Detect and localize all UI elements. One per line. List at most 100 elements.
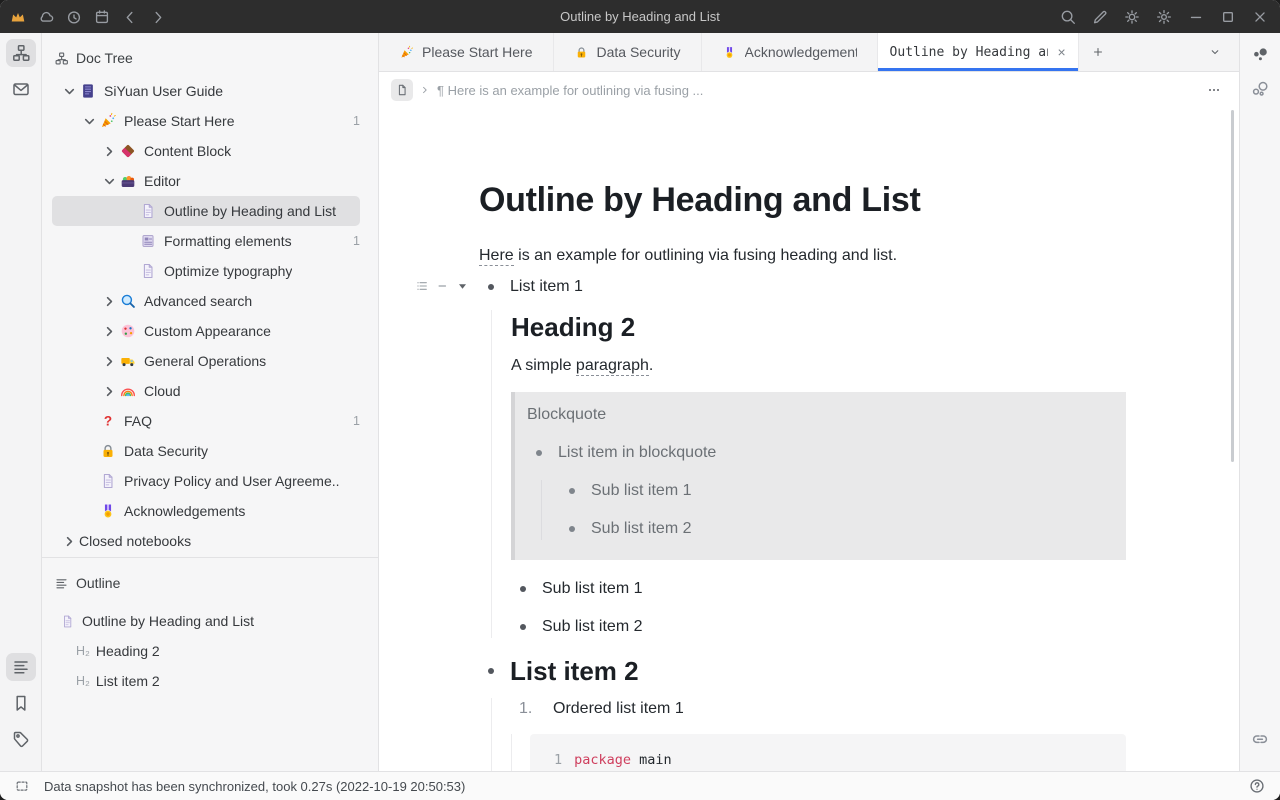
daily-note-button[interactable] — [88, 4, 116, 30]
ref-count-badge: 1 — [347, 234, 360, 248]
tree-item-general-operations[interactable]: General Operations — [52, 346, 360, 376]
chevron-down-icon[interactable] — [60, 83, 79, 99]
outline-list: Outline by Heading and ListH₂Heading 2H₂… — [42, 606, 378, 696]
chevron-down-icon[interactable] — [100, 173, 119, 189]
filetree-dock-button[interactable] — [6, 39, 36, 67]
minimize-icon — [1187, 8, 1205, 26]
chevron-right-icon[interactable] — [100, 353, 119, 369]
block-gutter[interactable] — [415, 279, 468, 293]
editor-scrollbar[interactable] — [1231, 110, 1234, 462]
tree-item-advanced-search[interactable]: Advanced search — [52, 286, 360, 316]
tree-item-label: Optimize typography — [164, 263, 292, 279]
list-item-2-children: 1. Ordered list item 1 1package main — [491, 698, 1126, 771]
bookmark-dock-button[interactable] — [6, 689, 36, 717]
tag-dock-button[interactable] — [6, 725, 36, 753]
code-block[interactable]: 1package main — [530, 734, 1126, 771]
new-tab-button[interactable] — [1079, 33, 1117, 71]
crown-icon — [9, 8, 27, 26]
outline-item-outline-by-heading-and-list[interactable]: Outline by Heading and List — [42, 606, 378, 636]
global-graph-dock-button[interactable] — [1245, 75, 1275, 103]
chevron-right-icon[interactable] — [100, 323, 119, 339]
left-dock — [0, 33, 42, 771]
breadcrumb-segment[interactable]: ¶ Here is an example for outlining via f… — [437, 83, 703, 98]
theme-button[interactable] — [1116, 4, 1148, 30]
ordered-marker: 1. — [511, 698, 553, 720]
tab-data-security[interactable]: Data Security — [554, 33, 702, 71]
outline-header[interactable]: Outline — [42, 568, 378, 598]
tree-item-data-security[interactable]: Data Security — [52, 436, 360, 466]
history-icon — [65, 8, 83, 26]
outline-item-list-item-2[interactable]: H₂List item 2 — [42, 666, 378, 696]
tab-overflow-button[interactable] — [1197, 33, 1233, 71]
tree-item-acknowledgements[interactable]: Acknowledgements — [52, 496, 360, 526]
outline-item-label: Heading 2 — [96, 643, 160, 659]
tab-please-start-here[interactable]: Please Start Here — [379, 33, 554, 71]
minimize-button[interactable] — [1180, 4, 1212, 30]
tab-label: Please Start Here — [422, 44, 533, 60]
ref-link[interactable]: paragraph — [576, 357, 649, 376]
intro-paragraph: Here is an example for outlining via fus… — [479, 244, 1126, 268]
chevron-down-icon[interactable] — [80, 113, 99, 129]
chocolate-icon — [119, 142, 137, 160]
truck-icon — [119, 352, 137, 370]
tree-item-editor[interactable]: Editor — [52, 166, 360, 196]
graph-dock-button[interactable] — [1245, 41, 1275, 69]
tree-item-formatting-elements[interactable]: Formatting elements1 — [52, 226, 360, 256]
maximize-button[interactable] — [1212, 4, 1244, 30]
tree-item-label: Editor — [144, 173, 181, 189]
chevron-right-icon[interactable] — [60, 533, 79, 549]
close-button[interactable] — [1244, 4, 1276, 30]
titlebar[interactable]: Outline by Heading and List — [0, 0, 1280, 33]
doc-tree-header[interactable]: Doc Tree — [42, 43, 378, 73]
chevron-right-icon[interactable] — [100, 143, 119, 159]
tree-item-label: Acknowledgements — [124, 503, 245, 519]
more-button[interactable] — [1201, 82, 1227, 98]
tree-item-label: FAQ — [124, 413, 152, 429]
history-button[interactable] — [60, 4, 88, 30]
chevron-right-icon[interactable] — [100, 383, 119, 399]
breadcrumb-doc-button[interactable] — [391, 79, 413, 101]
tree-item-custom-appearance[interactable]: Custom Appearance — [52, 316, 360, 346]
code-text: main — [631, 752, 672, 768]
block-list-icon[interactable] — [415, 279, 429, 293]
chevron-right-icon[interactable] — [100, 293, 119, 309]
tree-item-outline-by-heading-and-list[interactable]: Outline by Heading and List — [52, 196, 360, 226]
tree-item-please-start-here[interactable]: Please Start Here1 — [52, 106, 360, 136]
list-bullet — [520, 586, 526, 592]
help-icon[interactable] — [1248, 777, 1266, 795]
tree-item-cloud[interactable]: Cloud — [52, 376, 360, 406]
tree-item-label: Content Block — [144, 143, 231, 159]
search-button[interactable] — [1052, 4, 1084, 30]
tab-outline-by-heading-and-list[interactable]: Outline by Heading and List× — [878, 33, 1079, 71]
heading-level-badge: H₂ — [76, 644, 90, 658]
backlink-dock-button[interactable] — [1245, 725, 1275, 753]
titlebar-right-toolbar — [1052, 0, 1276, 33]
right-dock-bottom — [1245, 725, 1275, 759]
outline-item-heading-2[interactable]: H₂ Heading 2 — [42, 636, 378, 666]
tree-item-content-block[interactable]: Content Block — [52, 136, 360, 166]
crown-button[interactable] — [4, 4, 32, 30]
tree-item-closed-notebooks[interactable]: Closed notebooks — [52, 526, 360, 556]
ref-link[interactable]: Here — [479, 247, 514, 266]
party-popper-icon — [99, 112, 117, 130]
inbox-dock-button[interactable] — [6, 75, 36, 103]
block-dash-icon[interactable] — [436, 279, 450, 293]
tree-item-optimize-typography[interactable]: Optimize typography — [52, 256, 360, 286]
settings-button[interactable] — [1148, 4, 1180, 30]
tree-item-faq[interactable]: ?FAQ1 — [52, 406, 360, 436]
edit-button[interactable] — [1084, 4, 1116, 30]
settings-icon — [1155, 8, 1173, 26]
cloud-button[interactable] — [32, 4, 60, 30]
forward-button[interactable] — [144, 4, 172, 30]
tree-item-privacy-policy-and-user-agreeme[interactable]: Privacy Policy and User Agreeme... — [52, 466, 360, 496]
ordered-item-children: 1package main — [511, 734, 1126, 771]
collapse-arrow-icon[interactable] — [457, 281, 468, 292]
back-button[interactable] — [116, 4, 144, 30]
outline-dock-button[interactable] — [6, 653, 36, 681]
tab-acknowledgements[interactable]: Acknowledgements — [702, 33, 878, 71]
filetree-icon — [11, 43, 31, 63]
list-item-1-block: List item 1 Heading 2 A simple paragraph… — [479, 276, 1126, 638]
tree-item-siyuan-user-guide[interactable]: SiYuan User Guide — [52, 76, 360, 106]
close-icon[interactable]: × — [1058, 44, 1066, 60]
editor[interactable]: Outline by Heading and List Here is an e… — [379, 108, 1239, 771]
